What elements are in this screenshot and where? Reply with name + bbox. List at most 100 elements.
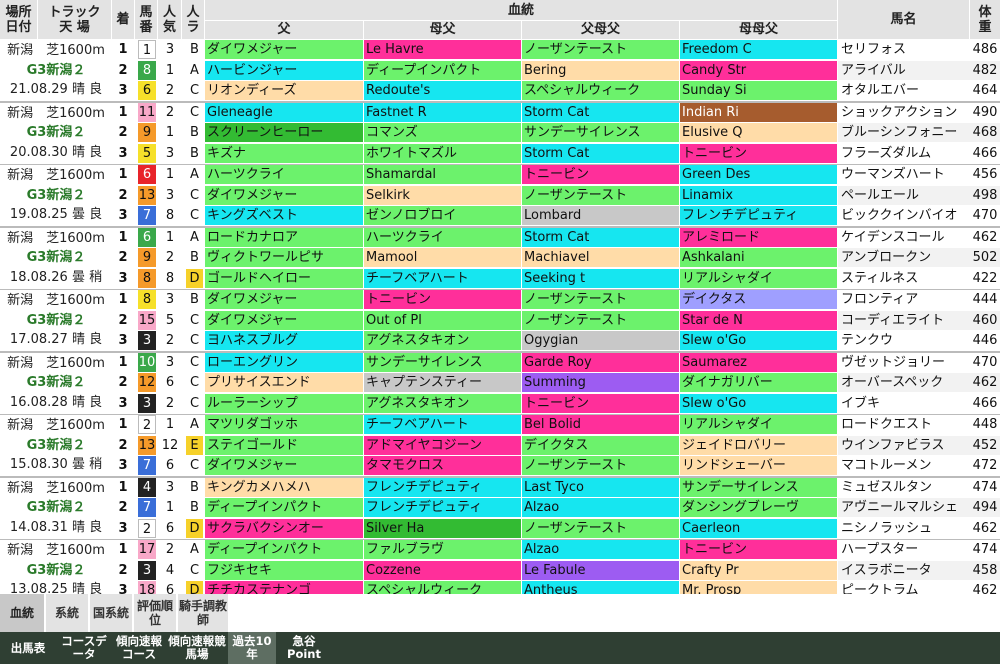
header-rank-letter: 人ラ [182,0,205,39]
header-pedigree: 血統 [205,0,838,20]
subtab-4[interactable]: 騎手調教師 [178,594,228,632]
dam-dam-sire-cell: Saumarez [680,352,837,372]
finish-rank: 1 [118,292,128,307]
race-info-line1: 新潟 芝1600m [7,480,105,496]
horse-name-link[interactable]: オタルエバー [838,81,970,100]
bottom-tab-1[interactable]: コースデータ [58,632,110,664]
finish-rank: 3 [118,458,128,473]
horse-name-link[interactable]: ヴゼットジョリー [838,353,970,372]
dam-sire-cell: フレンチデピュティ [364,498,521,517]
horse-number-badge: 8 [138,268,156,288]
dam-dam-sire-cell: リンドシェーバー [680,456,837,475]
finish-rank: 3 [118,395,128,411]
sire-cell: ダイワメジャー [205,310,363,330]
horse-name-link[interactable]: フラーズダルム [838,144,970,163]
finish-rank: 3 [118,83,128,98]
horse-name-link[interactable]: フロンティア [838,290,970,309]
horse-name-link[interactable]: コーディエライト [838,311,970,330]
sire-cell: ハービンジャー [205,60,363,80]
race-info-line2: G3新潟２ [26,562,86,578]
horse-number-badge: 6 [138,165,156,184]
rating-letter: B [190,250,199,265]
subtab-2[interactable]: 国系統 [90,594,132,632]
horse-number-badge: 4 [138,477,156,497]
dam-dam-sire-cell: Elusive Q [680,123,837,142]
horse-name-link[interactable]: マコトルーメン [838,456,970,475]
rating-letter: C [189,104,200,120]
horse-name-link[interactable]: セリフォス [838,40,970,59]
horse-name-link[interactable]: ケイデンスコール [838,228,970,247]
horse-number-badge: 15 [138,310,156,330]
finish-rank: 1 [118,417,128,432]
race-info-line3: 20.08.30 晴 良 [9,144,103,160]
horse-name-link[interactable]: ビッククインバイオ [838,206,970,225]
horse-number-badge: 17 [138,540,156,559]
horse-name-link[interactable]: ウインファビラス [838,436,970,455]
horse-name-link[interactable]: アライバル [838,61,970,80]
dam-dam-sire-cell: Crafty Pr [680,560,837,580]
sire-cell: キズナ [205,143,363,163]
horse-name-link[interactable]: イブキ [838,394,970,413]
horse-weight: 448 [972,417,998,432]
dam-dam-sire-cell: ダイナガリバー [680,373,837,392]
popularity: 5 [165,312,175,328]
popularity: 4 [165,562,175,578]
horse-name-link[interactable]: アンブロークン [838,248,970,267]
dam-sire-cell: タマモクロス [364,456,521,475]
dam-sire-cell: Redoute's [364,81,521,100]
horse-weight: 494 [972,500,998,515]
sire-dam-sire-cell: サンデーサイレンス [522,123,679,142]
bottom-tab-2[interactable]: 傾向速報コース [112,632,166,664]
horse-name-link[interactable]: テンクウ [838,331,970,350]
horse-weight: 486 [972,42,998,57]
dam-dam-sire-cell: ジェイドロバリー [680,435,837,455]
horse-name-link[interactable]: ペールエール [838,186,970,205]
horse-weight: 462 [972,520,998,536]
header-horse-name: 馬名 [838,0,970,39]
horse-name-link[interactable]: ミュゼスルタン [838,478,970,497]
horse-name-link[interactable]: ショックアクション [838,103,970,122]
popularity: 1 [165,417,175,432]
horse-name-link[interactable]: ブルーシンフォニー [838,123,970,142]
horse-weight: 502 [972,250,998,265]
dam-sire-cell: ハーツクライ [364,227,521,247]
popularity: 1 [165,500,175,515]
dam-sire-cell: サンデーサイレンス [364,352,521,372]
popularity: 6 [165,375,175,390]
horse-name-link[interactable]: ハープスター [838,540,970,559]
horse-name-link[interactable]: イスラボニータ [838,561,970,580]
sire-dam-sire-cell: Alzao [522,498,679,517]
subtab-1[interactable]: 系統 [46,594,88,632]
race-info: 新潟 芝1600m G3新潟２ 18.08.26 曇 稍 [0,229,112,288]
bottom-tab-5[interactable]: 急谷Point [278,632,330,664]
horse-name-link[interactable]: アヴニールマルシェ [838,498,970,517]
sire-cell: ステイゴールド [205,435,363,455]
finish-rank: 1 [118,354,128,370]
horse-name-link[interactable]: ロードクエスト [838,415,970,434]
dam-sire-cell: Le Havre [364,40,521,59]
sire-cell: ディープインパクト [205,540,363,559]
rating-letter: D [186,268,203,288]
horse-name-link[interactable]: ウーマンズハート [838,165,970,184]
horse-name-link[interactable]: オーバースペック [838,373,970,392]
dam-sire-cell: コマンズ [364,123,521,142]
bottom-tab-0[interactable]: 出馬表 [0,632,56,664]
sire-dam-sire-cell: ノーザンテースト [522,456,679,475]
race-info-line3: 18.08.26 曇 稍 [9,269,103,285]
header-track: トラック天 場 [38,0,112,39]
bottom-tab-3[interactable]: 傾向速報競馬場 [168,632,226,664]
race-info-line1: 新潟 芝1600m [7,230,105,246]
horse-name-link[interactable]: スティルネス [838,269,970,288]
popularity: 3 [165,187,175,203]
horse-weight: 422 [972,270,998,286]
bottom-tab-4[interactable]: 過去10年 [228,632,276,664]
subtab-0[interactable]: 血統 [0,594,44,632]
horse-name-link[interactable]: ニシノラッシュ [838,519,970,538]
race-info: 新潟 芝1600m G3新潟２ 15.08.30 曇 稍 [0,416,112,475]
rating-letter: B [190,125,199,140]
race-info-line2: G3新潟２ [26,312,86,328]
subtab-3[interactable]: 評価順位 [134,594,176,632]
finish-rank: 2 [118,250,128,265]
horse-number-badge: 3 [138,393,156,413]
sire-dam-sire-cell: Bering [522,60,679,80]
